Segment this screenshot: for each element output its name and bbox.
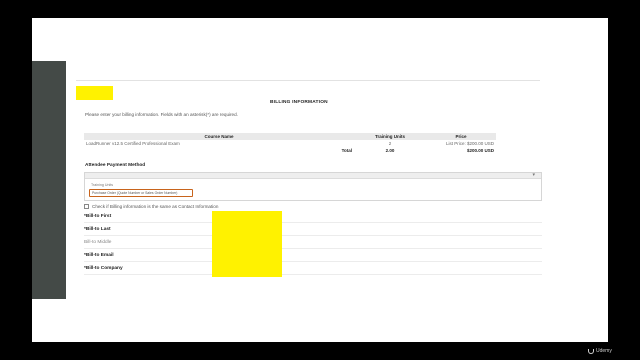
payment-method-select[interactable]: Purchase Order (Quote Number or Sales Or… (89, 189, 193, 197)
page-title: BILLING INFORMATION (270, 100, 328, 105)
bill-to-middle-label: Bill-to Middle (84, 240, 112, 245)
bill-to-last-row[interactable]: *Bill-to Last (84, 224, 542, 236)
table-row: LoadRunner v12.5 Certified Professional … (84, 140, 496, 147)
bill-to-first-row[interactable]: *Bill-to First (84, 211, 542, 223)
brand-watermark: Udemy (588, 348, 612, 354)
instructions-text: Please enter your billing information. F… (85, 112, 238, 117)
total-label: Total (341, 148, 352, 153)
units-cell: 2 (388, 141, 392, 146)
same-as-contact-row[interactable]: Check if Billing information is the same… (84, 204, 218, 209)
same-as-contact-checkbox[interactable] (84, 204, 89, 209)
divider (76, 80, 540, 81)
redaction-box (76, 86, 113, 100)
bill-to-company-label: *Bill-to Company (84, 266, 123, 271)
course-table: Course Name Training Units Price LoadRun… (84, 133, 496, 154)
bill-to-first-label: *Bill-to First (84, 214, 112, 219)
column-header-course-name: Course Name (84, 133, 354, 140)
total-row: Total 2.00 $200.00 USD (84, 147, 496, 154)
side-decor-bar (32, 61, 66, 299)
same-as-contact-label: Check if Billing information is the same… (92, 204, 219, 209)
chevron-down-icon[interactable]: ▾ (532, 172, 535, 178)
udemy-logo-icon (588, 348, 594, 354)
payment-panel-header[interactable]: ▾ (85, 172, 541, 179)
redaction-box (212, 211, 282, 277)
table-header-row: Course Name Training Units Price (84, 133, 496, 140)
total-price: $200.00 USD (466, 148, 494, 153)
payment-method-panel: ▾ Training Units Purchase Order (Quote N… (84, 172, 542, 201)
brand-name: Udemy (596, 348, 612, 354)
bill-to-company-row[interactable]: *Bill-to Company (84, 263, 542, 275)
column-header-price: Price (426, 133, 496, 140)
payment-field-label: Training Units (91, 183, 114, 187)
column-header-training-units: Training Units (354, 133, 426, 140)
bill-to-email-row[interactable]: *Bill-to Email (84, 250, 542, 262)
bill-to-middle-row[interactable]: Bill-to Middle (84, 237, 542, 249)
total-units: 2.00 (385, 148, 395, 153)
payment-method-title: Attendee Payment Method (85, 163, 146, 168)
bill-to-email-label: *Bill-to Email (84, 253, 114, 258)
bill-to-last-label: *Bill-to Last (84, 227, 111, 232)
price-cell: List Price: $200.00 USD (445, 141, 494, 146)
course-name-cell: LoadRunner v12.5 Certified Professional … (86, 141, 180, 146)
